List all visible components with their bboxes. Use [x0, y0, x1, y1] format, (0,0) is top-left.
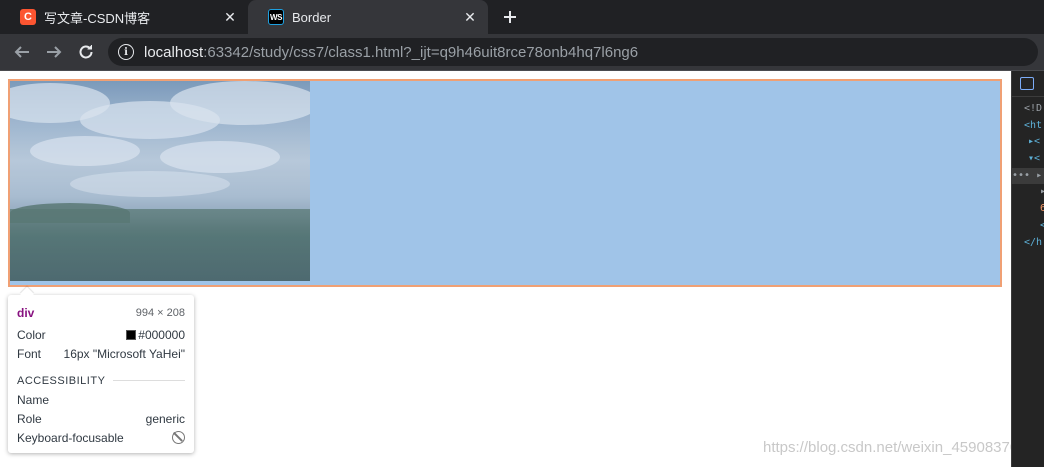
tooltip-header: div 994 × 208: [17, 303, 185, 322]
name-label: Name: [17, 392, 50, 407]
url-text: localhost:63342/study/css7/class1.html?_…: [144, 44, 638, 61]
back-button[interactable]: [10, 40, 34, 64]
accessibility-heading: ACCESSIBILITY: [17, 371, 185, 390]
watermark: https://blog.csdn.net/weixin_45908370: [763, 439, 1019, 456]
focusable-label: Keyboard-focusable: [17, 430, 124, 445]
address-bar[interactable]: i localhost:63342/study/css7/class1.html…: [108, 38, 1038, 66]
tab-border[interactable]: WS Border ✕: [248, 0, 488, 34]
url-host: localhost: [144, 43, 204, 61]
sky-landscape-image: [10, 81, 310, 281]
devtools-toolbar: [1012, 71, 1044, 97]
new-tab-button[interactable]: [498, 5, 522, 29]
font-row: Font 16px "Microsoft YaHei": [17, 344, 185, 363]
csdn-icon: C: [20, 9, 36, 25]
role-row: Role generic: [17, 409, 185, 428]
close-icon[interactable]: ✕: [462, 9, 478, 25]
role-value: generic: [145, 411, 185, 426]
dom-line[interactable]: ▸<: [1028, 134, 1040, 150]
reload-button[interactable]: [74, 40, 98, 64]
highlighted-div[interactable]: [8, 79, 1002, 287]
dom-line-selected[interactable]: ••• ▸: [1012, 168, 1044, 184]
color-value: #000000: [138, 327, 185, 342]
page-viewport: div 994 × 208 Color #000000 Font 16px "M…: [0, 71, 1018, 467]
inspect-element-icon[interactable]: [1020, 77, 1034, 90]
color-swatch: [126, 329, 137, 340]
name-row: Name: [17, 390, 185, 409]
inspect-tooltip: div 994 × 208 Color #000000 Font 16px "M…: [8, 295, 194, 453]
info-icon[interactable]: i: [118, 44, 134, 60]
dom-line[interactable]: <: [1040, 218, 1044, 234]
tab-title: 写文章-CSDN博客: [44, 10, 151, 26]
dom-line[interactable]: ▸: [1040, 184, 1044, 200]
devtools-panel: <!D <ht ▸< ▾< ••• ▸ ▸ 6 < </h: [1011, 71, 1044, 467]
arrow-left-icon: [14, 46, 29, 58]
arrow-right-icon: [47, 46, 62, 58]
reload-icon: [79, 45, 93, 59]
webstorm-icon: WS: [268, 9, 284, 25]
tab-title: Border: [292, 9, 332, 25]
divider: [113, 380, 185, 381]
dom-line[interactable]: </h: [1024, 235, 1042, 251]
dom-line[interactable]: ▾<: [1028, 151, 1040, 167]
forward-button[interactable]: [42, 40, 66, 64]
color-row: Color #000000: [17, 325, 185, 344]
element-tag: div: [17, 305, 35, 320]
plus-icon: [504, 11, 516, 23]
dom-line[interactable]: <!D: [1024, 101, 1042, 117]
font-label: Font: [17, 346, 42, 361]
url-path: :63342/study/css7/class1.html?_ijt=q9h46…: [203, 43, 639, 61]
dom-line[interactable]: 6: [1040, 201, 1044, 217]
browser-toolbar: i localhost:63342/study/css7/class1.html…: [0, 34, 1044, 70]
role-label: Role: [17, 411, 42, 426]
close-icon[interactable]: ✕: [222, 9, 238, 25]
tab-csdn[interactable]: C 写文章-CSDN博客 ✕: [0, 0, 248, 34]
not-allowed-icon: [172, 431, 185, 444]
focusable-row: Keyboard-focusable: [17, 428, 185, 447]
color-label: Color: [17, 327, 46, 342]
tab-strip: C 写文章-CSDN博客 ✕ WS Border ✕: [0, 0, 1044, 34]
element-size: 994 × 208: [135, 306, 185, 319]
font-value: 16px "Microsoft YaHei": [63, 346, 185, 361]
section-title: ACCESSIBILITY: [17, 374, 106, 387]
dom-line[interactable]: <ht: [1024, 118, 1042, 134]
